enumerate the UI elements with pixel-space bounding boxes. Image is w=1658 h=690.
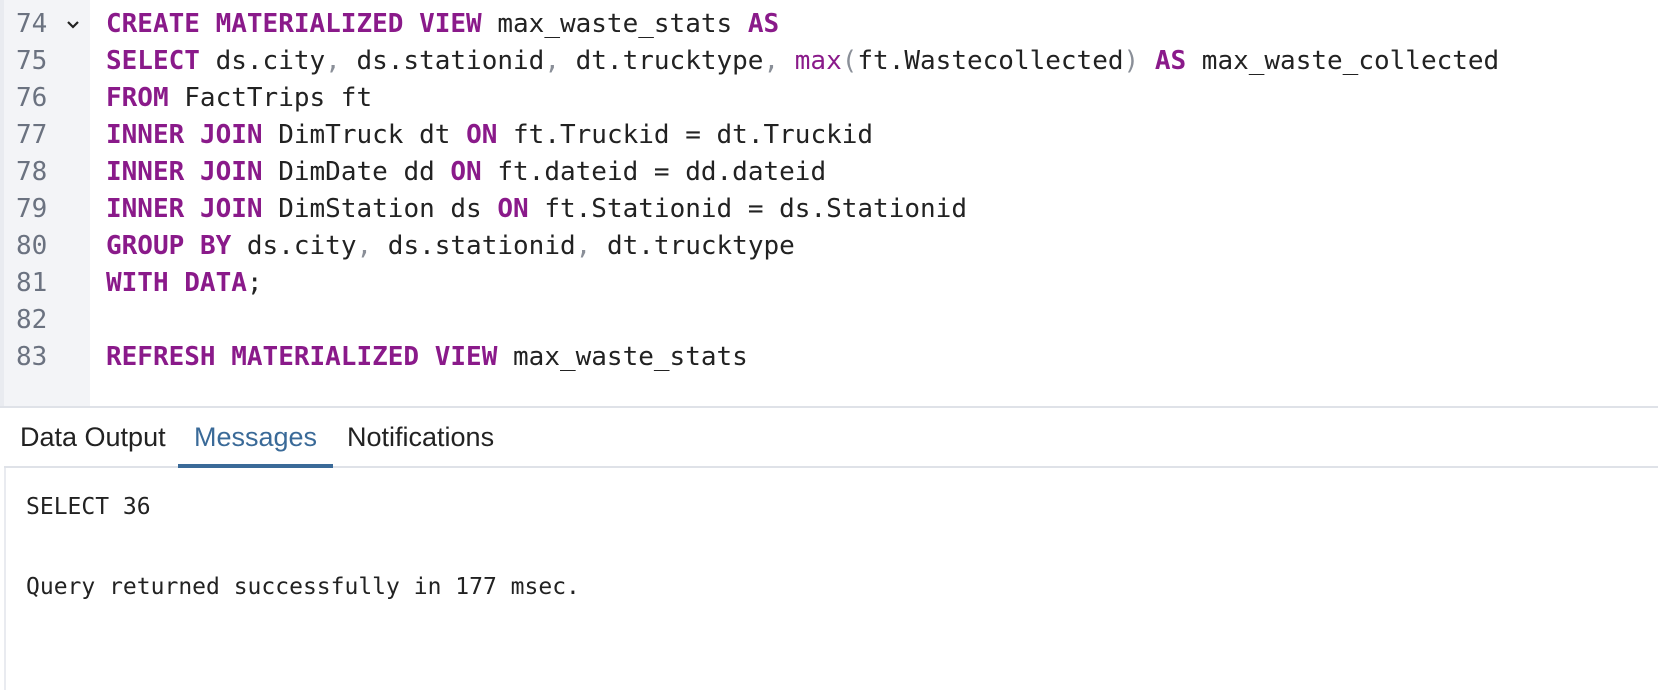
sql-keyword: INNER: [106, 194, 185, 224]
line-number: 82: [16, 305, 48, 335]
sql-keyword: ON: [450, 157, 482, 187]
code-line[interactable]: 75 SELECT ds.city, ds.stationid, dt.truck…: [4, 42, 1658, 81]
line-number: 76: [16, 83, 48, 113]
sql-token: max_waste_stats: [497, 342, 748, 372]
sql-token: DimStation ds: [262, 194, 498, 224]
sql-token: ft.Stationid = ds.Stationid: [528, 194, 967, 224]
code-text: GROUP BY ds.city, ds.stationid, dt.truck…: [106, 227, 795, 266]
code-line[interactable]: 79 INNER JOIN DimStation ds ON ft.Station…: [4, 190, 1658, 229]
code-line[interactable]: 78 INNER JOIN DimDate dd ON ft.dateid = d…: [4, 153, 1658, 192]
code-line[interactable]: 76 FROM FactTrips ft: [4, 79, 1658, 118]
sql-token: dt.trucktype: [559, 46, 764, 76]
sql-token: max_waste_collected: [1186, 46, 1500, 76]
code-text: CREATE MATERIALIZED VIEW max_waste_stats…: [106, 5, 779, 44]
code-line[interactable]: 81 WITH DATA;: [4, 264, 1658, 303]
sql-keyword: MATERIALIZED: [231, 342, 420, 372]
code-text: WITH DATA;: [106, 264, 263, 303]
sql-keyword: MATERIALIZED: [215, 9, 404, 39]
code-line[interactable]: 74 CREATE MATERIALIZED VIEW max_waste_sta…: [4, 5, 1658, 44]
sql-token: dt.trucktype: [591, 231, 795, 261]
line-number: 74: [16, 9, 48, 39]
sql-keyword: WITH: [106, 268, 169, 298]
line-number: 83: [16, 342, 48, 372]
output-tabs: Data Output Messages Notifications: [4, 408, 1658, 468]
sql-token: DimDate dd: [262, 157, 451, 187]
code-line[interactable]: 83 REFRESH MATERIALIZED VIEW max_waste_st…: [4, 338, 1658, 377]
sql-token: ft.Truckid = dt.Truckid: [497, 120, 874, 150]
tab-data-output[interactable]: Data Output: [4, 408, 182, 466]
sql-keyword: INNER: [106, 120, 185, 150]
sql-token: (: [841, 46, 858, 76]
fold-chevron-down-icon[interactable]: [66, 18, 80, 32]
sql-keyword: AS: [1154, 46, 1187, 76]
sql-keyword: JOIN: [199, 194, 263, 224]
sql-token: ds.stationid: [372, 231, 576, 261]
sql-keyword: VIEW: [434, 342, 498, 372]
sql-token: ,: [575, 231, 592, 261]
result-status-text: SELECT 36: [26, 494, 151, 520]
sql-token: ,: [544, 46, 560, 76]
line-number: 80: [16, 231, 48, 261]
code-text: SELECT ds.city, ds.stationid, dt.truckty…: [106, 42, 1499, 81]
code-line[interactable]: 80 GROUP BY ds.city, ds.stationid, dt.tru…: [4, 227, 1658, 266]
sql-keyword: ON: [466, 120, 498, 150]
sql-token: ,: [325, 46, 341, 76]
sql-keyword: FROM: [106, 83, 169, 113]
sql-function: max: [794, 46, 842, 76]
sql-token: FactTrips ft: [168, 83, 373, 113]
query-success-message: Query returned successfully in 177 msec.: [26, 574, 580, 600]
line-number: 77: [16, 120, 48, 150]
sql-token: ds.stationid: [340, 46, 545, 76]
code-text: INNER JOIN DimTruck dt ON ft.Truckid = d…: [106, 116, 873, 155]
sql-token: ,: [763, 46, 780, 76]
code-text: FROM FactTrips ft: [106, 79, 372, 118]
tab-messages[interactable]: Messages: [178, 408, 334, 468]
line-number: 79: [16, 194, 48, 224]
sql-token: max_waste_stats: [481, 9, 748, 39]
line-number: 75: [16, 46, 48, 76]
sql-keyword: ON: [497, 194, 529, 224]
sql-token: ds.city: [231, 231, 357, 261]
code-line[interactable]: 77 INNER JOIN DimTruck dt ON ft.Truckid =…: [4, 116, 1658, 155]
code-text: REFRESH MATERIALIZED VIEW max_waste_stat…: [106, 338, 748, 377]
messages-panel: SELECT 36 Query returned successfully in…: [4, 468, 1658, 690]
sql-token: ft.dateid = dd.dateid: [481, 157, 827, 187]
code-text: INNER JOIN DimDate dd ON ft.dateid = dd.…: [106, 153, 826, 192]
sql-token: ;: [246, 268, 263, 298]
sql-keyword: AS: [747, 9, 780, 39]
sql-keyword: DATA: [184, 268, 247, 298]
sql-keyword: JOIN: [199, 157, 263, 187]
sql-keyword: GROUP: [106, 231, 185, 261]
code-text: INNER JOIN DimStation ds ON ft.Stationid…: [106, 190, 967, 229]
sql-keyword: REFRESH: [106, 342, 216, 372]
code-line[interactable]: 82: [4, 301, 1658, 340]
line-number: 81: [16, 268, 48, 298]
line-number: 78: [16, 157, 48, 187]
sql-keyword: CREATE: [106, 9, 200, 39]
sql-token: ds.city: [199, 46, 326, 76]
sql-token: ): [1123, 46, 1140, 76]
tab-notifications[interactable]: Notifications: [331, 408, 510, 466]
sql-keyword: BY: [199, 231, 232, 261]
sql-token: ft.Wastecollected: [857, 46, 1124, 76]
sql-editor[interactable]: 74 CREATE MATERIALIZED VIEW max_waste_sta…: [0, 0, 1658, 407]
sql-token: DimTruck dt: [262, 120, 467, 150]
sql-keyword: VIEW: [419, 9, 482, 39]
sql-keyword: INNER: [106, 157, 185, 187]
sql-keyword: JOIN: [199, 120, 263, 150]
sql-token: ,: [356, 231, 373, 261]
sql-keyword: SELECT: [106, 46, 200, 76]
